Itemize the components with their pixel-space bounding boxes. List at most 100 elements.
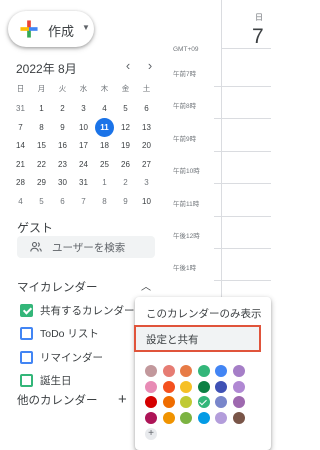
create-button[interactable]: 作成 ▼ — [8, 11, 94, 47]
mini-calendar-day[interactable]: 4 — [94, 100, 115, 118]
weekday-label: 金 — [121, 84, 130, 93]
color-swatch[interactable] — [232, 396, 245, 408]
mini-calendar-today[interactable]: 11 — [94, 117, 115, 137]
mini-calendar-day[interactable]: 23 — [52, 156, 73, 174]
mini-calendar-day[interactable]: 16 — [52, 137, 73, 155]
add-icon[interactable]: + — [118, 391, 127, 408]
color-swatch[interactable] — [215, 411, 227, 424]
mini-calendar-day[interactable]: 2 — [115, 174, 136, 192]
mini-calendar-day[interactable]: 13 — [136, 119, 157, 137]
mini-calendar-week: 21 22 23 24 25 26 27 — [10, 156, 158, 174]
mini-calendar-week: 14 15 16 17 18 19 20 — [10, 137, 158, 155]
calendar-checkbox[interactable] — [20, 327, 33, 340]
mini-calendar-week: 28 29 30 31 1 2 3 — [10, 174, 158, 192]
my-calendars-title[interactable]: マイカレンダー — [17, 279, 98, 295]
mini-calendar-day[interactable]: 19 — [115, 137, 136, 155]
hour-label: 午後1時 — [173, 265, 197, 273]
chevron-left-icon[interactable]: ‹ — [121, 58, 135, 73]
mini-calendar-day[interactable]: 14 — [10, 137, 31, 155]
mini-calendar-week: 4 5 6 7 8 9 10 — [10, 193, 158, 211]
color-swatch[interactable] — [162, 365, 175, 377]
mini-calendar-day[interactable]: 31 — [10, 100, 31, 118]
guest-search-input[interactable]: ユーザーを検索 — [17, 236, 155, 258]
mini-calendar-day[interactable]: 7 — [73, 193, 94, 211]
mini-calendar-day[interactable]: 3 — [73, 100, 94, 118]
color-swatch[interactable] — [215, 365, 227, 377]
mini-calendar-day[interactable]: 1 — [94, 174, 115, 192]
color-swatch[interactable] — [180, 380, 192, 393]
mini-calendar-day[interactable]: 1 — [31, 100, 52, 118]
color-swatch[interactable] — [162, 411, 175, 424]
calendar-checkbox[interactable] — [20, 374, 33, 387]
color-swatch[interactable] — [232, 411, 245, 424]
create-button-label: 作成 — [48, 24, 75, 39]
calendar-item[interactable]: リマインダー — [20, 349, 103, 365]
color-swatch[interactable] — [215, 396, 227, 408]
calendar-checkbox[interactable] — [20, 303, 33, 317]
calendar-name: ToDo リスト — [40, 328, 99, 340]
hour-gridline — [214, 215, 271, 217]
color-swatch[interactable] — [162, 380, 175, 393]
weekday-label: 月 — [37, 84, 46, 93]
day-header-date[interactable]: 7 — [252, 25, 264, 49]
mini-calendar-day[interactable]: 12 — [115, 119, 136, 137]
mini-calendar-day[interactable]: 21 — [10, 156, 31, 174]
calendar-name: リマインダー — [40, 351, 103, 364]
mini-calendar-day[interactable]: 7 — [10, 119, 31, 137]
calendar-item[interactable]: 誕生日 — [20, 373, 72, 389]
mini-calendar-day[interactable]: 3 — [136, 174, 157, 192]
color-swatch[interactable] — [145, 365, 157, 377]
mini-calendar-day[interactable]: 20 — [136, 137, 157, 155]
menu-item-display-only[interactable]: このカレンダーのみ表示 — [146, 306, 262, 321]
mini-calendar-day[interactable]: 10 — [136, 193, 157, 211]
color-swatch[interactable] — [162, 396, 175, 408]
mini-calendar-day[interactable]: 29 — [31, 174, 52, 192]
mini-calendar-day[interactable]: 9 — [52, 119, 73, 137]
mini-calendar-day[interactable]: 18 — [94, 137, 115, 155]
mini-calendar-day[interactable]: 31 — [73, 174, 94, 192]
mini-calendar-day[interactable]: 26 — [115, 156, 136, 174]
mini-calendar-day[interactable]: 22 — [31, 156, 52, 174]
mini-calendar-day[interactable]: 8 — [31, 119, 52, 137]
mini-calendar-day[interactable]: 28 — [10, 174, 31, 192]
calendar-checkbox[interactable] — [20, 350, 33, 364]
color-swatch[interactable] — [145, 380, 157, 393]
mini-calendar-day[interactable]: 5 — [31, 193, 52, 211]
mini-calendar-day[interactable]: 9 — [115, 193, 136, 211]
calendar-item[interactable]: ToDo リスト — [20, 326, 99, 342]
mini-calendar-day[interactable]: 4 — [10, 193, 31, 211]
day-header-weekday: 日 — [255, 13, 263, 22]
color-swatch[interactable] — [215, 380, 227, 393]
color-swatch[interactable] — [197, 380, 210, 393]
color-swatch[interactable] — [145, 411, 157, 424]
mini-calendar-day[interactable]: 17 — [73, 137, 94, 155]
other-calendars-title[interactable]: 他のカレンダー — [17, 392, 98, 408]
color-swatch[interactable] — [197, 396, 210, 408]
mini-calendar-day[interactable]: 10 — [73, 119, 94, 137]
hour-label: 午後12時 — [173, 233, 200, 240]
mini-calendar-day[interactable]: 8 — [94, 193, 115, 211]
add-custom-color-icon[interactable]: + — [145, 428, 157, 440]
hour-label: 午前7時 — [173, 71, 197, 78]
mini-calendar-day[interactable]: 15 — [31, 137, 52, 155]
color-swatch[interactable] — [145, 396, 157, 408]
color-swatch[interactable] — [232, 380, 245, 393]
color-swatch[interactable] — [180, 411, 192, 424]
mini-calendar-day[interactable]: 5 — [115, 100, 136, 118]
mini-calendar-day[interactable]: 6 — [136, 100, 157, 118]
mini-calendar-day[interactable]: 27 — [136, 156, 157, 174]
color-swatch[interactable] — [180, 365, 192, 377]
color-swatch[interactable] — [180, 396, 192, 408]
mini-calendar-day[interactable]: 6 — [52, 193, 73, 211]
menu-item-settings-share[interactable]: 設定と共有 — [134, 325, 261, 352]
color-swatch[interactable] — [232, 365, 245, 377]
mini-calendar-day[interactable]: 25 — [94, 156, 115, 174]
mini-calendar-day[interactable]: 24 — [73, 156, 94, 174]
chevron-up-icon[interactable]: ︿ — [141, 278, 151, 293]
chevron-right-icon[interactable]: › — [143, 58, 157, 73]
mini-calendar-day[interactable]: 30 — [52, 174, 73, 192]
calendar-item[interactable]: 共有するカレンダー — [20, 302, 135, 318]
color-swatch[interactable] — [197, 411, 210, 424]
mini-calendar-day[interactable]: 2 — [52, 100, 73, 118]
color-swatch[interactable] — [197, 365, 210, 377]
